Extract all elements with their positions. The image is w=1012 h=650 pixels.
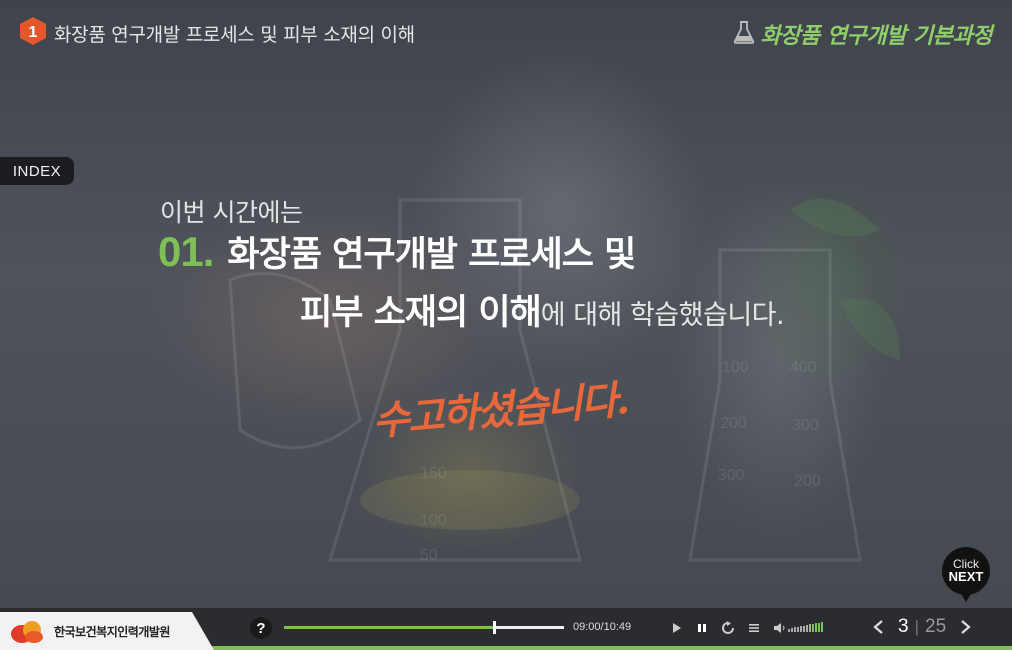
play-icon[interactable] [668,620,684,636]
org-logo-icon [10,618,46,644]
svg-text:300: 300 [718,467,745,484]
volume-slider[interactable] [788,622,823,632]
replay-icon[interactable] [720,620,736,636]
page-navigation: 3 | 25 [872,616,972,638]
svg-text:200: 200 [720,415,747,432]
volume-bar [794,627,796,632]
svg-text:100: 100 [722,359,749,376]
progress-thumb[interactable] [493,621,496,634]
click-next-button[interactable]: Click NEXT [942,547,990,602]
intro-text: 이번 시간에는 [160,198,303,227]
volume-bar [821,622,823,632]
svg-text:200: 200 [794,473,821,490]
volume-bar [788,628,790,632]
page-separator: | [914,617,919,636]
volume-bar [806,625,808,632]
chapter-title: 화장품 연구개발 프로세스 및 피부 소재의 이해 [54,24,415,46]
volume-bar [800,626,802,632]
org-name: 한국보건복지인력개발원 [54,624,170,639]
svg-text:300: 300 [792,417,819,434]
volume-icon[interactable] [772,620,788,636]
lesson-title-line2: 피부 소재의 이해 에 대해 학습했습니다. [300,284,785,335]
org-logo-block: 한국보건복지인력개발원 [0,612,214,650]
volume-bar [809,624,811,632]
volume-bar [791,628,793,632]
pause-icon[interactable] [694,620,710,636]
click-next-line2: NEXT [948,569,984,585]
volume-bar [803,625,805,632]
svg-text:50: 50 [420,547,438,564]
lesson-number: 01 [158,228,204,275]
current-page: 3 [898,616,909,637]
chapter-badge-icon: 1 [20,17,46,45]
svg-text:400: 400 [790,359,817,376]
volume-bar [818,622,820,632]
next-page-icon[interactable] [960,619,972,635]
course-title: 화장품 연구개발 기본과정 [760,23,993,49]
volume-bar [812,623,814,632]
lesson-title-part1: 화장품 연구개발 프로세스 및 [227,235,636,275]
lesson-number-dot: . [202,228,215,275]
volume-bar [797,626,799,632]
progress-fill [284,626,494,629]
flask-icon [733,20,755,48]
volume-bar [815,623,817,632]
time-display: 09:00/10:49 [573,621,632,633]
lesson-title-tail: 에 대해 학습했습니다. [540,300,785,331]
help-icon[interactable]: ? [250,617,272,639]
chapter-number: 1 [29,24,38,41]
menu-icon[interactable] [746,620,762,636]
lesson-title-part2: 피부 소재의 이해 [300,293,542,333]
lesson-title-line1: 01. 화장품 연구개발 프로세스 및 [158,226,636,277]
course-title-block: 화장품 연구개발 기본과정 [733,18,993,50]
progress-bar[interactable] [284,621,564,634]
total-pages: 25 [925,616,947,637]
index-tab[interactable]: INDEX [0,157,74,185]
prev-page-icon[interactable] [872,619,884,635]
